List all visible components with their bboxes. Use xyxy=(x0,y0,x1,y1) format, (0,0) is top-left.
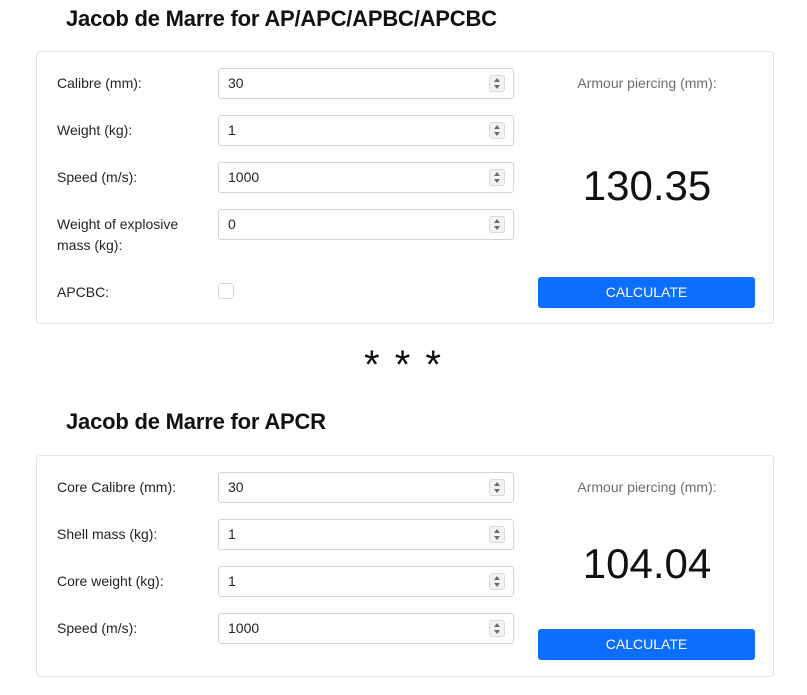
apcr-calculate-button[interactable]: CALCULATE xyxy=(538,629,755,660)
core-calibre-value: 30 xyxy=(228,479,244,495)
shell-mass-value: 1 xyxy=(228,526,236,542)
apcbc-label: APCBC: xyxy=(57,284,110,300)
apcr-result-label: Armour piercing (mm): xyxy=(577,479,717,495)
ap-result-value: 130.35 xyxy=(582,162,712,209)
apcr-result-value: 104.04 xyxy=(582,540,712,587)
ap-calculate-button[interactable]: CALCULATE xyxy=(538,277,755,308)
apcr-speed-input[interactable]: 1000 xyxy=(218,613,514,644)
apcr-section-title: Jacob de Marre for APCR xyxy=(66,409,326,434)
shell-mass-input[interactable]: 1 xyxy=(218,519,514,550)
core-calibre-label: Core Calibre (mm): xyxy=(57,479,177,495)
core-weight-value: 1 xyxy=(228,573,236,589)
weight-spinner-icon[interactable] xyxy=(489,122,505,139)
apcr-speed-value: 1000 xyxy=(228,620,260,636)
apcr-calculator-card: Core Calibre (mm): 30 Shell mass (kg): 1… xyxy=(36,455,774,677)
ap-calculator-card: Calibre (mm): 30 Weight (kg): 1 Speed (m… xyxy=(36,51,774,324)
explosive-mass-spinner-icon[interactable] xyxy=(489,216,505,233)
apcr-speed-spinner-icon[interactable] xyxy=(489,620,505,637)
calibre-label: Calibre (mm): xyxy=(57,75,142,91)
calibre-value: 30 xyxy=(228,75,244,91)
core-calibre-spinner-icon[interactable] xyxy=(489,479,505,496)
apcbc-checkbox[interactable] xyxy=(218,283,234,299)
core-weight-spinner-icon[interactable] xyxy=(489,573,505,590)
speed-label: Speed (m/s): xyxy=(57,169,138,185)
apcr-speed-label: Speed (m/s): xyxy=(57,620,138,636)
weight-label: Weight (kg): xyxy=(57,122,133,138)
explosive-mass-input[interactable]: 0 xyxy=(218,209,514,240)
weight-value: 1 xyxy=(228,122,236,138)
explosive-mass-label: Weight of explosive mass (kg): xyxy=(57,216,179,253)
section-separator: * * * xyxy=(364,343,443,387)
core-weight-input[interactable]: 1 xyxy=(218,566,514,597)
shell-mass-spinner-icon[interactable] xyxy=(489,526,505,543)
page: Jacob de Marre for AP/APC/APBC/APCBC Cal… xyxy=(0,0,807,695)
speed-input[interactable]: 1000 xyxy=(218,162,514,193)
calibre-spinner-icon[interactable] xyxy=(489,75,505,92)
calibre-input[interactable]: 30 xyxy=(218,68,514,99)
speed-value: 1000 xyxy=(228,169,260,185)
explosive-mass-value: 0 xyxy=(228,216,236,232)
shell-mass-label: Shell mass (kg): xyxy=(57,526,158,542)
speed-spinner-icon[interactable] xyxy=(489,169,505,186)
weight-input[interactable]: 1 xyxy=(218,115,514,146)
core-calibre-input[interactable]: 30 xyxy=(218,472,514,503)
core-weight-label: Core weight (kg): xyxy=(57,573,164,589)
ap-section-title: Jacob de Marre for AP/APC/APBC/APCBC xyxy=(66,6,497,31)
ap-result-label: Armour piercing (mm): xyxy=(577,75,717,91)
